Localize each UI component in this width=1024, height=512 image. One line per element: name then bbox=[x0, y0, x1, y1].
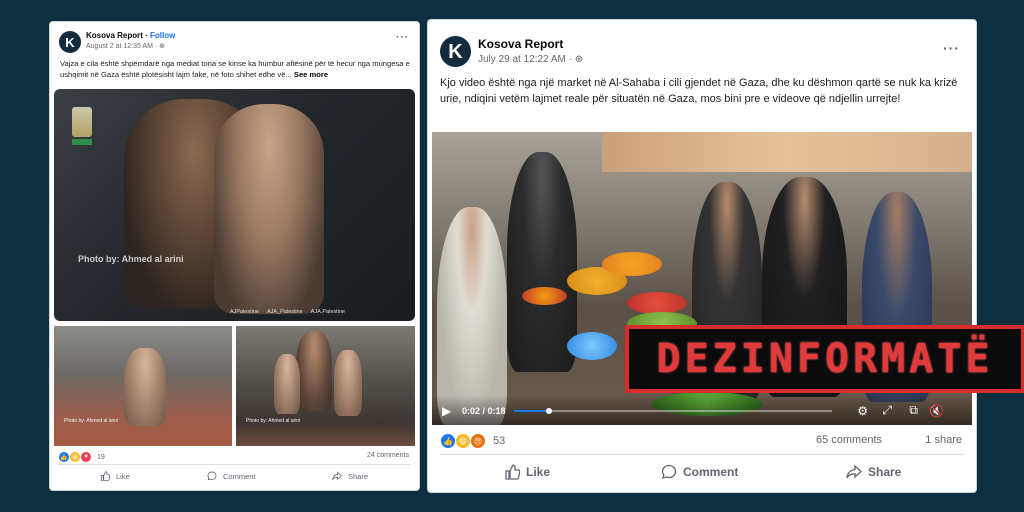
reaction-count: 19 bbox=[97, 453, 105, 461]
reaction-count: 53 bbox=[493, 435, 506, 447]
video-scene bbox=[627, 292, 687, 314]
video-controls: ▶ 0:02 / 0:18 ⚙ ⤢ ⧉ 🔇 bbox=[432, 395, 972, 425]
handle: AJA.Palestine bbox=[310, 309, 345, 315]
disinformation-stamp: DEZINFORMATË bbox=[625, 325, 1024, 393]
video-scene bbox=[507, 152, 577, 372]
photo-thumbnail[interactable]: Photo by: Ahmed al arini bbox=[54, 326, 232, 446]
page-name[interactable]: Kosova Report bbox=[478, 37, 563, 51]
video-scene bbox=[602, 252, 662, 276]
comments-count[interactable]: 65 comments bbox=[816, 434, 882, 446]
post-timestamp[interactable]: August 2 at 12:35 AM · ⊕ bbox=[86, 42, 165, 50]
fullscreen-icon[interactable]: ⤢ bbox=[882, 403, 892, 418]
comment-button[interactable]: Comment bbox=[207, 471, 256, 481]
comment-bubble-icon bbox=[661, 464, 677, 479]
like-reaction-icon: 👍 bbox=[440, 433, 456, 449]
globe-icon: ⊕ bbox=[159, 43, 166, 50]
stamp-text: DEZINFORMATË bbox=[656, 336, 994, 382]
share-button[interactable]: Share bbox=[846, 464, 901, 480]
page-avatar[interactable]: K bbox=[59, 31, 81, 53]
comment-button[interactable]: Comment bbox=[661, 464, 738, 480]
reactions-summary[interactable]: 👍 😆 ♥ 19 bbox=[58, 451, 105, 463]
post-caption: Kjo video është nga një market në Al-Sah… bbox=[440, 77, 958, 105]
thumbs-up-icon bbox=[100, 471, 110, 481]
video-scene bbox=[437, 207, 507, 425]
photo-figure bbox=[214, 104, 324, 314]
video-progress-fill bbox=[514, 410, 549, 412]
like-button[interactable]: Like bbox=[100, 471, 130, 481]
main-photo[interactable]: Photo by: Ahmed al arini AJPalestine AJA… bbox=[54, 89, 415, 321]
comments-count[interactable]: 24 comments bbox=[367, 452, 409, 459]
more-options-icon[interactable]: ··· bbox=[943, 40, 960, 56]
share-arrow-icon bbox=[846, 464, 862, 479]
logo-tag bbox=[72, 139, 92, 145]
follow-button[interactable]: Follow bbox=[150, 31, 175, 40]
play-icon[interactable]: ▶ bbox=[442, 404, 451, 418]
post-caption: Vajza e cila është shpërndarë nga mediat… bbox=[60, 59, 410, 79]
photo-credit-small: Photo by: Ahmed al arini bbox=[64, 418, 119, 424]
video-scene bbox=[522, 287, 567, 305]
video-time: 0:02 / 0:18 bbox=[462, 406, 506, 416]
mute-icon[interactable]: 🔇 bbox=[929, 404, 944, 418]
social-handles: AJPalestine AJA_Palestine AJA.Palestine bbox=[230, 309, 345, 315]
haha-reaction-icon: 😆 bbox=[455, 433, 471, 449]
photo-credit-small: Photo by: Ahmed al arini bbox=[246, 418, 301, 424]
photo-figure bbox=[274, 354, 300, 414]
shares-count[interactable]: 1 share bbox=[925, 434, 962, 446]
share-button[interactable]: Share bbox=[332, 471, 368, 481]
video-scene bbox=[602, 132, 972, 172]
page-name[interactable]: Kosova Report bbox=[86, 31, 143, 40]
care-reaction-icon: ♥ bbox=[80, 451, 92, 463]
photo-credit: Photo by: Ahmed al arini bbox=[78, 254, 184, 264]
divider bbox=[58, 464, 411, 465]
aljazeera-logo-icon bbox=[72, 107, 92, 137]
video-scene bbox=[567, 332, 617, 360]
post-card-right: K Kosova Report July 29 at 12:22 AM · ⊕ … bbox=[428, 20, 976, 492]
post-card-left: K Kosova Report · Follow August 2 at 12:… bbox=[50, 22, 419, 490]
handle: AJPalestine bbox=[229, 309, 259, 315]
photo-figure bbox=[334, 350, 362, 416]
more-options-icon[interactable]: ··· bbox=[396, 32, 409, 43]
post-timestamp[interactable]: July 29 at 12:22 AM · ⊕ bbox=[478, 54, 583, 65]
settings-gear-icon[interactable]: ⚙ bbox=[857, 404, 868, 418]
thumbs-up-icon bbox=[505, 464, 520, 480]
video-progress-bar[interactable] bbox=[514, 408, 832, 414]
video-scrubber[interactable] bbox=[545, 408, 552, 414]
page-avatar[interactable]: K bbox=[440, 36, 471, 67]
photo-thumbnail[interactable]: Photo by: Ahmed al arini bbox=[236, 326, 415, 446]
photo-figure bbox=[296, 331, 332, 411]
see-more-link[interactable]: See more bbox=[294, 70, 328, 79]
share-arrow-icon bbox=[332, 471, 342, 481]
globe-icon: ⊕ bbox=[574, 54, 584, 65]
picture-in-picture-icon[interactable]: ⧉ bbox=[909, 403, 918, 418]
reactions-summary[interactable]: 👍 😆 😠 53 bbox=[440, 433, 505, 449]
handle: AJA_Palestine bbox=[266, 309, 303, 315]
comment-bubble-icon bbox=[207, 471, 217, 481]
divider bbox=[440, 454, 964, 455]
page-name-line: Kosova Report · Follow bbox=[86, 31, 176, 40]
photo-figure bbox=[124, 348, 166, 426]
angry-reaction-icon: 😠 bbox=[470, 433, 486, 449]
like-button[interactable]: Like bbox=[504, 464, 550, 480]
